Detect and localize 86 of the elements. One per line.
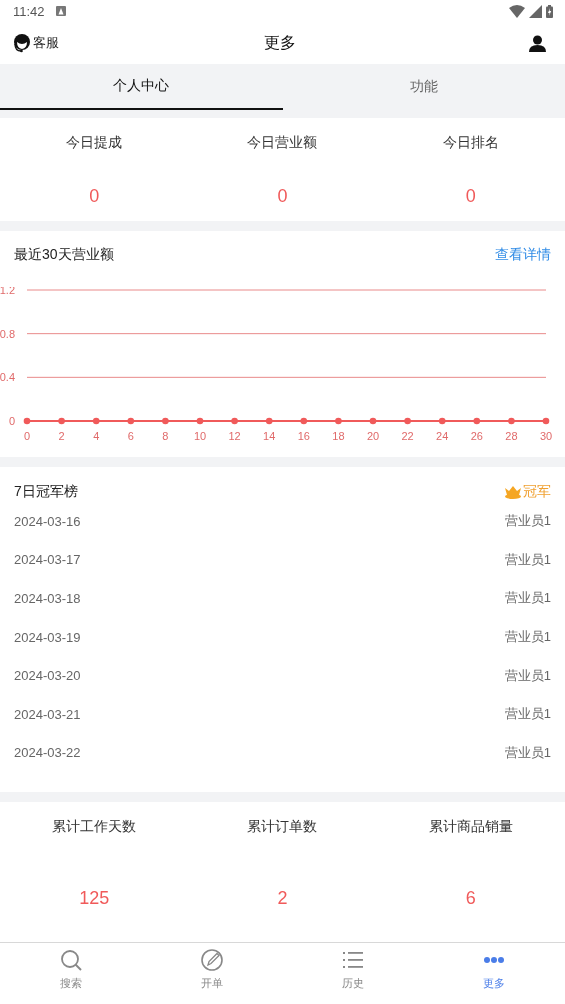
stat-label: 今日提成	[66, 134, 123, 152]
stat-value: 0	[277, 186, 288, 207]
page-title: 更多	[263, 32, 296, 53]
champion-label: 冠军	[523, 483, 551, 501]
data-point	[196, 417, 204, 425]
more-icon	[483, 956, 506, 964]
crown-icon	[504, 485, 522, 499]
date-text: 2024-03-16	[14, 513, 81, 529]
axis-label: 18	[332, 430, 345, 442]
notification-icon	[55, 6, 66, 16]
nav-tab[interactable]: 历史	[282, 943, 424, 1004]
stat-value: 125	[79, 888, 110, 910]
salesperson-name: 营业员1	[504, 743, 551, 762]
stat-value: 0	[89, 186, 100, 207]
nav-tab[interactable]: 开单	[141, 943, 283, 1004]
stat-label: 累计商品销量	[428, 818, 513, 837]
tab[interactable]: 个人中心	[0, 64, 283, 110]
pencil-icon	[200, 949, 223, 971]
axis-label: 2	[58, 430, 65, 442]
axis-label: 26	[470, 430, 483, 442]
date-text: 2024-03-21	[14, 706, 81, 722]
axis-label: 0	[23, 430, 31, 442]
stat-value: 2	[277, 888, 288, 910]
axis-label: 0.8	[0, 327, 15, 340]
stat-label: 今日排名	[442, 134, 499, 152]
user-icon[interactable]	[529, 34, 546, 52]
salesperson-name: 营业员1	[504, 666, 551, 685]
data-point	[542, 417, 550, 425]
axis-label: 10	[193, 430, 207, 442]
stat-value: 6	[465, 888, 476, 910]
data-point	[404, 417, 411, 425]
date-text: 2024-03-17	[14, 552, 81, 568]
details-link[interactable]: 查看详情	[495, 246, 551, 264]
salesperson-name: 营业员1	[504, 589, 551, 608]
headset-icon	[12, 33, 32, 53]
search-icon	[59, 949, 82, 971]
data-point	[92, 417, 100, 425]
stat-label: 累计工作天数	[52, 818, 137, 837]
salesperson-name: 营业员1	[504, 628, 551, 647]
axis-label: 22	[401, 430, 414, 442]
data-point	[300, 417, 308, 425]
axis-label: 30	[539, 430, 553, 442]
axis-label: 1.2	[0, 287, 15, 296]
wifi-icon	[509, 4, 525, 18]
stat-label: 今日营业额	[247, 134, 318, 152]
list-icon	[342, 949, 365, 971]
axis-label: 24	[436, 430, 449, 442]
salesperson-name: 营业员1	[504, 512, 551, 531]
date-text: 2024-03-22	[14, 745, 81, 761]
data-point	[127, 417, 135, 425]
date-text: 2024-03-20	[14, 668, 81, 684]
data-point	[438, 417, 446, 425]
salesperson-name: 营业员1	[504, 705, 551, 724]
data-point	[58, 417, 65, 425]
date-text: 2024-03-18	[14, 591, 81, 606]
axis-label: 12	[228, 430, 241, 442]
status-time: 11:42	[13, 3, 45, 19]
axis-label: 6	[127, 430, 134, 442]
stat-label: 累计订单数	[247, 818, 318, 837]
axis-label: 28	[505, 430, 518, 442]
data-point	[23, 417, 31, 425]
data-point	[162, 417, 169, 425]
axis-label: 14	[263, 430, 276, 442]
data-point	[231, 417, 238, 425]
axis-label: 0.4	[0, 371, 15, 384]
tab[interactable]: 功能	[282, 64, 565, 110]
signal-icon	[529, 4, 542, 18]
chart-title: 最近30天营业额	[14, 246, 114, 264]
salesperson-name: 营业员1	[504, 550, 551, 569]
data-point	[369, 417, 377, 425]
date-text: 2024-03-19	[14, 629, 81, 645]
axis-label: 4	[93, 430, 100, 442]
axis-label: 16	[297, 430, 310, 442]
stat-value: 0	[465, 186, 476, 207]
nav-tab[interactable]: 更多	[423, 943, 565, 1004]
customer-service-button[interactable]: 客服	[12, 33, 59, 53]
axis-label: 20	[366, 430, 380, 442]
axis-label: 8	[162, 430, 169, 442]
nav-tab[interactable]: 搜索	[0, 943, 142, 1004]
axis-label: 0	[8, 415, 15, 427]
battery-icon	[546, 4, 553, 18]
data-point	[335, 417, 342, 425]
data-point	[508, 417, 515, 425]
data-point	[473, 417, 481, 425]
leaderboard-title: 7日冠军榜	[14, 483, 78, 501]
data-point	[265, 417, 273, 425]
